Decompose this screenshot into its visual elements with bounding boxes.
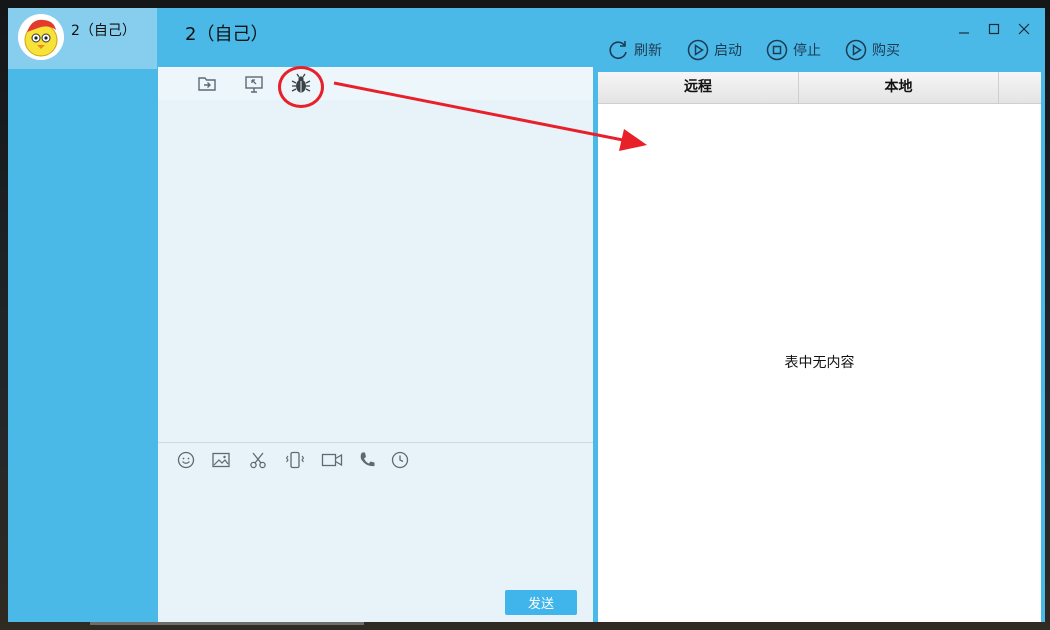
taskbar-strip [90, 622, 364, 625]
annotation-arrow [333, 81, 647, 151]
